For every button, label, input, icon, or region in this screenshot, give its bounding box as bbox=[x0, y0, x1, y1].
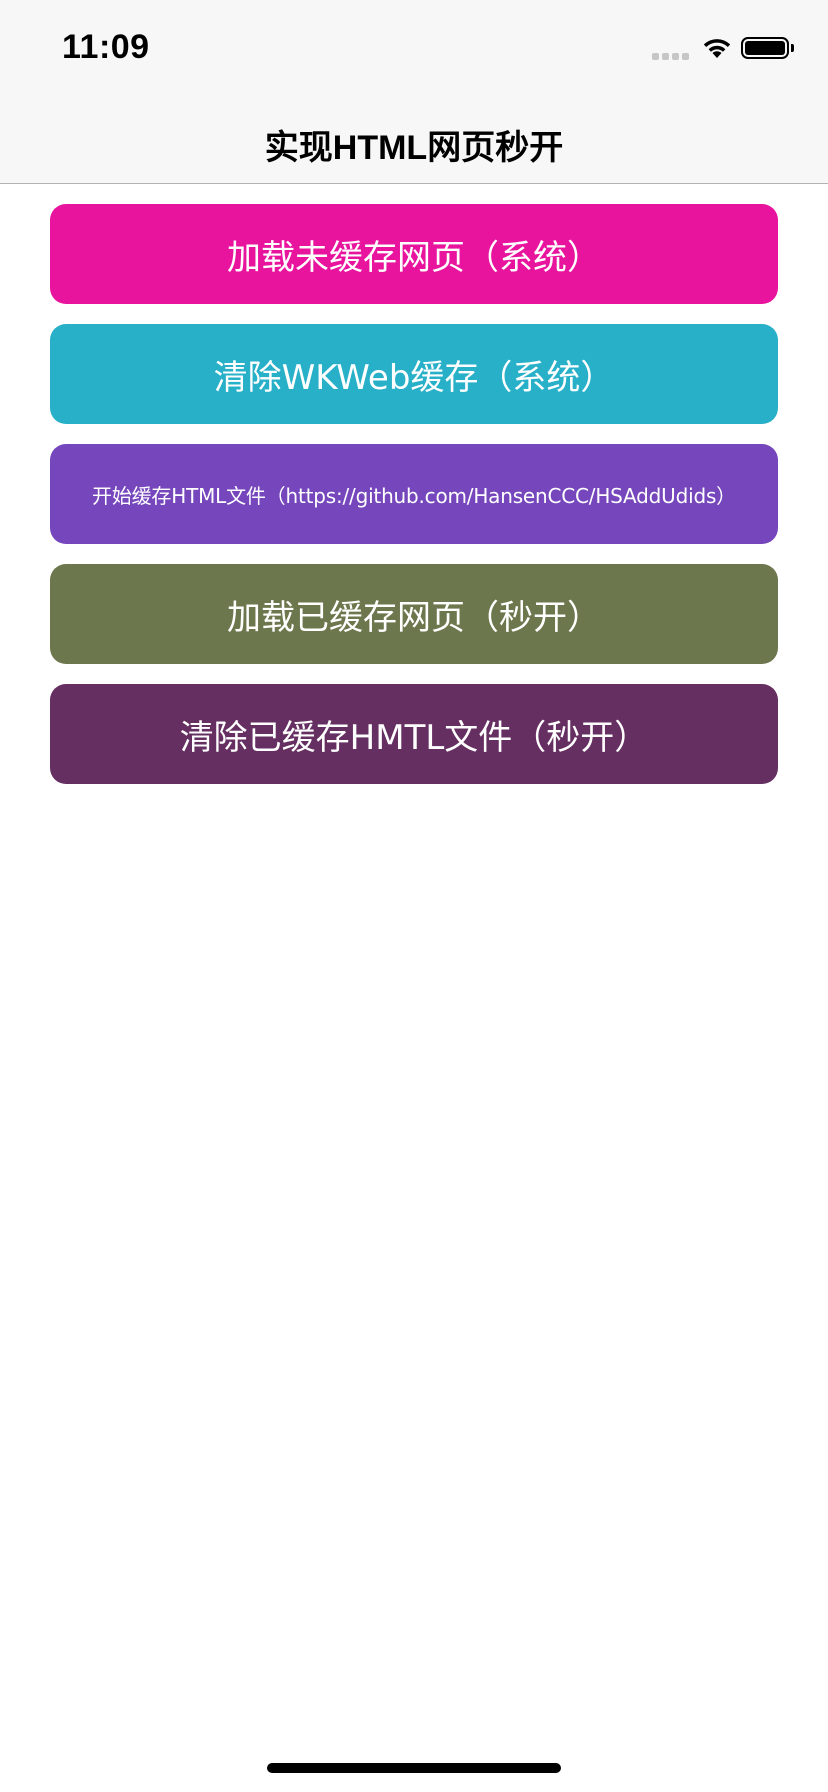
load-uncached-page-button[interactable]: 加载未缓存网页（系统） bbox=[50, 204, 778, 304]
battery-tip bbox=[791, 44, 794, 52]
clear-cached-html-button[interactable]: 清除已缓存HMTL文件（秒开） bbox=[50, 684, 778, 784]
start-caching-html-button[interactable]: 开始缓存HTML文件（https://github.com/HansenCCC/… bbox=[50, 444, 778, 544]
clear-wkweb-cache-button[interactable]: 清除WKWeb缓存（系统） bbox=[50, 324, 778, 424]
cellular-signal-icon bbox=[652, 53, 689, 60]
page-title: 实现HTML网页秒开 bbox=[264, 129, 564, 167]
home-indicator[interactable] bbox=[267, 1763, 561, 1773]
navigation-bar: 实现HTML网页秒开 bbox=[0, 96, 828, 184]
load-cached-page-button[interactable]: 加载已缓存网页（秒开） bbox=[50, 564, 778, 664]
battery-icon bbox=[741, 37, 789, 59]
wifi-icon bbox=[703, 39, 731, 58]
status-time: 11:09 bbox=[62, 28, 150, 66]
status-bar: 11:09 bbox=[0, 0, 828, 96]
